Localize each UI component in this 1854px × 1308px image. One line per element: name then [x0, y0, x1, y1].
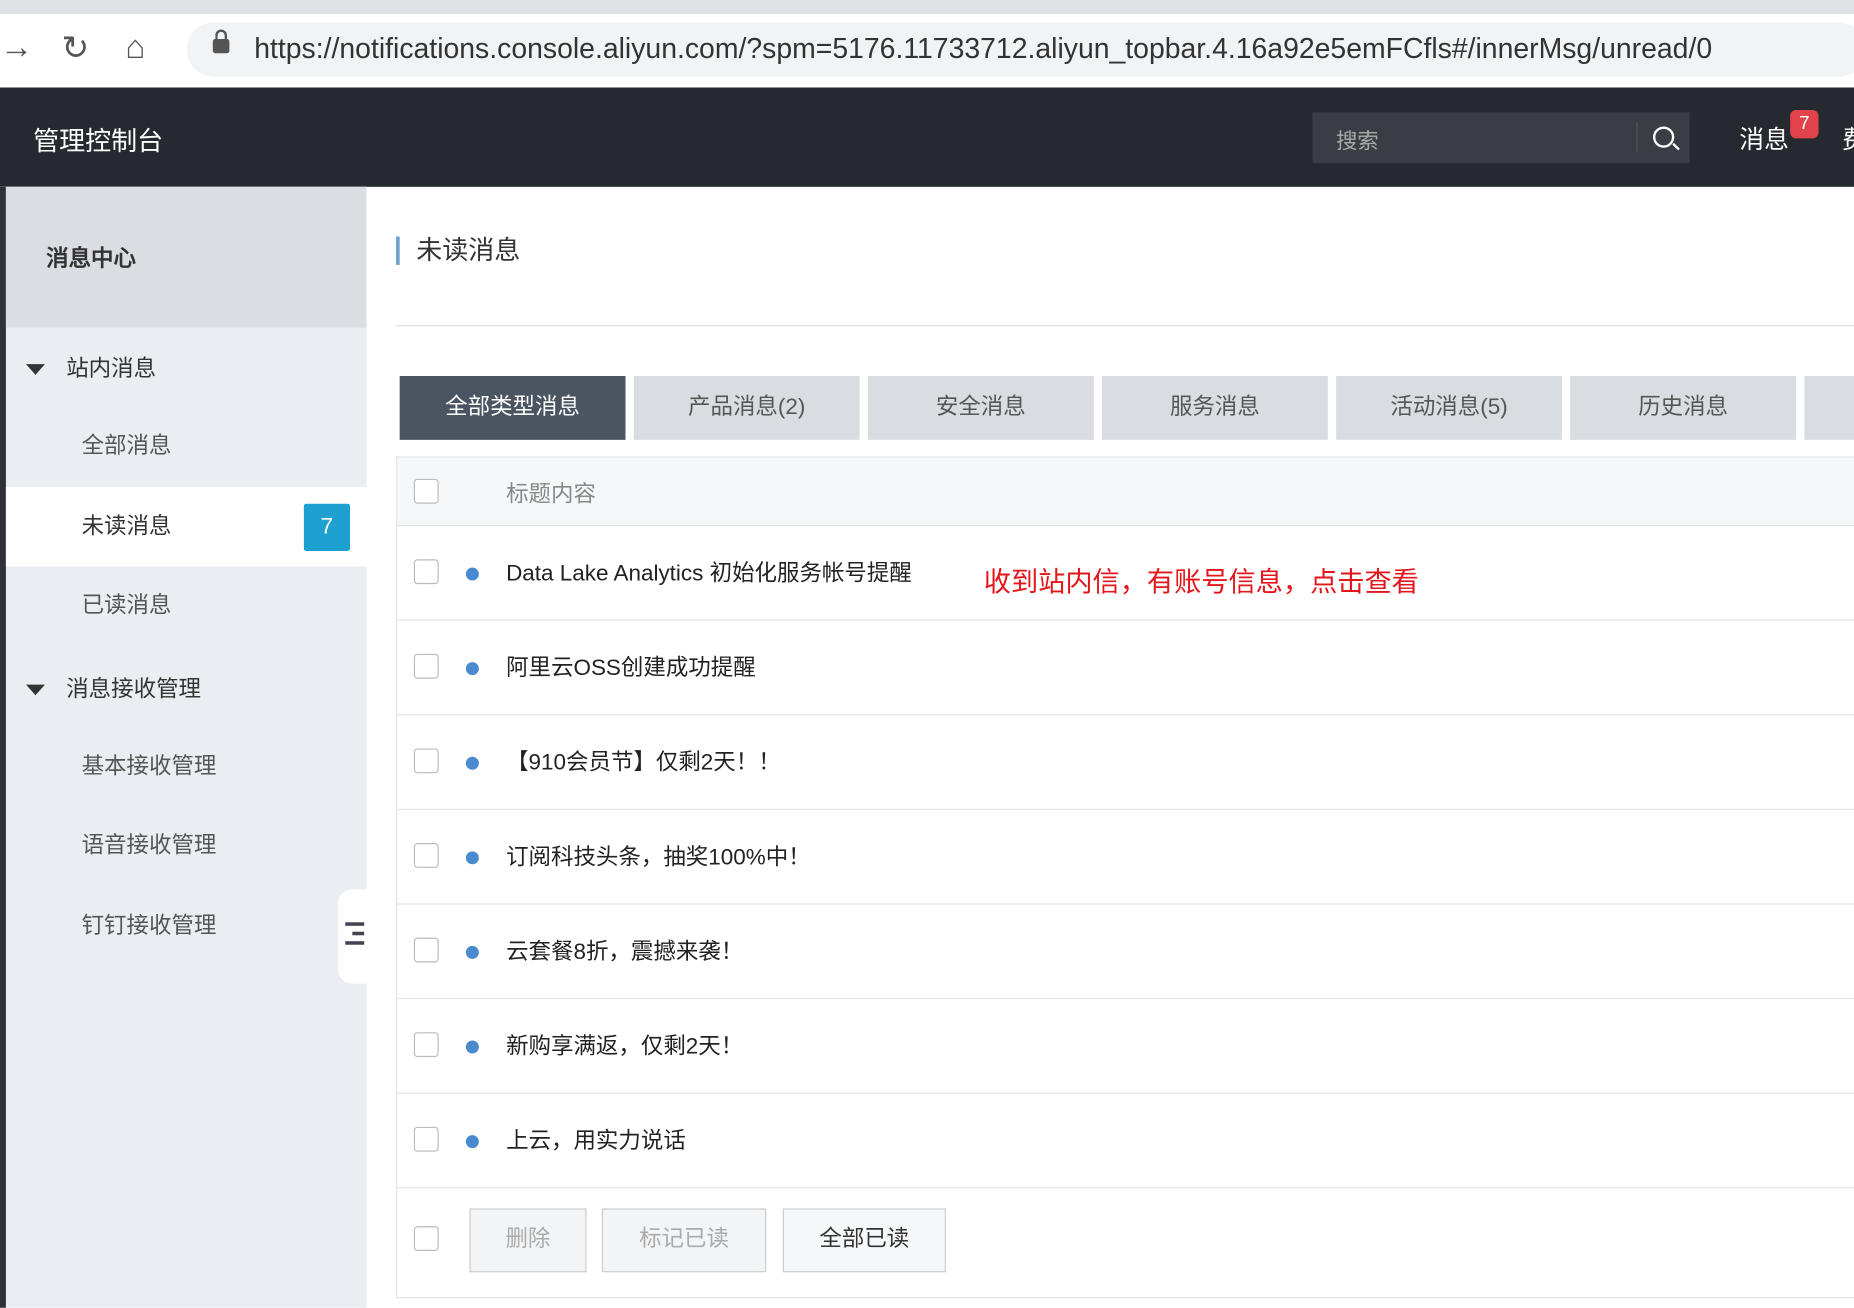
search-input[interactable]: 搜索	[1336, 124, 1379, 155]
unread-dot-icon	[465, 662, 479, 676]
message-title-link[interactable]: 【910会员节】仅剩2天！！	[506, 745, 781, 777]
message-title-link[interactable]: 上云，用实力说话	[506, 1123, 686, 1155]
unread-dot-icon	[465, 756, 479, 770]
caret-down-icon	[26, 364, 45, 376]
sidebar-item-basic-receive[interactable]: 基本接收管理	[6, 727, 367, 806]
tab-all-types[interactable]: 全部类型消息	[399, 376, 626, 440]
unread-count-badge: 7	[303, 503, 350, 551]
annotation-text: 收到站内信，有账号信息，点击查看	[983, 566, 1419, 598]
table-row[interactable]: 云套餐8折，震撼来袭！	[397, 905, 1854, 1000]
message-title-link[interactable]: Data Lake Analytics 初始化服务帐号提醒	[506, 556, 912, 588]
url-text[interactable]: https://notifications.console.aliyun.com…	[254, 33, 1712, 66]
table-row[interactable]: Data Lake Analytics 初始化服务帐号提醒 收到站内信，有账号信…	[397, 526, 1854, 621]
sidebar-title-text: 消息中心	[46, 247, 136, 272]
console-brand[interactable]: 管理控制台	[33, 121, 163, 159]
messages-link[interactable]: 消息	[1739, 121, 1789, 156]
delete-button[interactable]: 删除	[469, 1208, 587, 1273]
message-title-link[interactable]: 订阅科技头条，抽奖100%中！	[506, 840, 811, 872]
tab-more[interactable]	[1804, 376, 1854, 440]
unread-dot-icon	[465, 1135, 479, 1149]
table-row[interactable]: 订阅科技头条，抽奖100%中！	[397, 810, 1854, 905]
sidebar-item-all[interactable]: 全部消息	[6, 407, 367, 486]
group-label: 消息接收管理	[66, 677, 202, 703]
search-box[interactable]: 搜索	[1312, 112, 1690, 164]
row-checkbox[interactable]	[413, 653, 439, 679]
mark-read-button[interactable]: 标记已读	[601, 1208, 767, 1273]
row-checkbox[interactable]	[413, 843, 439, 868]
sidebar-title: 消息中心	[5, 186, 367, 328]
mark-all-read-button[interactable]: 全部已读	[782, 1208, 946, 1273]
footer-select-all-checkbox[interactable]	[413, 1226, 439, 1251]
tab-history[interactable]: 历史消息	[1570, 376, 1797, 440]
group-label: 站内消息	[66, 357, 157, 382]
sidebar-item-read[interactable]: 已读消息	[6, 566, 367, 645]
message-title-link[interactable]: 新购享满返，仅剩2天！	[506, 1029, 743, 1061]
column-header-title: 标题内容	[506, 482, 596, 508]
page-title: 未读消息	[396, 236, 520, 265]
row-checkbox[interactable]	[413, 1032, 439, 1058]
browser-tab-strip	[0, 0, 1854, 15]
tab-product[interactable]: 产品消息(2)	[633, 376, 860, 440]
title-divider	[396, 325, 1854, 327]
unread-dot-icon	[465, 945, 479, 959]
row-checkbox[interactable]	[413, 1126, 439, 1152]
tab-service[interactable]: 服务消息	[1101, 376, 1328, 440]
select-all-checkbox[interactable]	[413, 478, 439, 504]
message-title-link[interactable]: 云套餐8折，震撼来袭！	[506, 934, 743, 966]
sidebar-group-inbox[interactable]: 站内消息	[26, 351, 156, 383]
sidebar-item-unread[interactable]: 未读消息 7	[5, 487, 367, 567]
tab-activity[interactable]: 活动消息(5)	[1336, 376, 1562, 440]
row-checkbox[interactable]	[413, 748, 439, 774]
row-checkbox[interactable]	[413, 559, 439, 585]
caret-down-icon	[26, 685, 45, 696]
table-header: 标题内容	[397, 457, 1854, 527]
unread-dot-icon	[465, 851, 479, 865]
search-divider	[1636, 121, 1638, 153]
lock-icon	[212, 29, 230, 54]
item-label: 未读消息	[81, 514, 172, 540]
sidebar-group-receive-settings[interactable]: 消息接收管理	[26, 672, 201, 704]
message-table: 标题内容 Data Lake Analytics 初始化服务帐号提醒 收到站内信…	[396, 456, 1854, 1299]
sidebar-collapse-icon[interactable]	[338, 889, 367, 984]
forward-icon[interactable]: →	[0, 28, 33, 66]
messages-count-badge: 7	[1790, 109, 1819, 139]
row-checkbox[interactable]	[413, 937, 439, 963]
reload-icon[interactable]: ↻	[61, 28, 89, 67]
search-icon[interactable]	[1652, 126, 1675, 148]
unread-dot-icon	[465, 1040, 479, 1054]
table-row[interactable]: 上云，用实力说话	[397, 1094, 1854, 1189]
table-row[interactable]: 新购享满返，仅剩2天！	[397, 999, 1854, 1094]
unread-dot-icon	[465, 567, 479, 581]
table-row[interactable]: 阿里云OSS创建成功提醒	[397, 621, 1854, 716]
fee-link[interactable]: 费	[1842, 121, 1854, 156]
table-row[interactable]: 【910会员节】仅剩2天！！	[397, 715, 1854, 810]
tab-security[interactable]: 安全消息	[867, 376, 1094, 440]
sidebar-item-voice-receive[interactable]: 语音接收管理	[6, 806, 367, 885]
home-icon[interactable]: ⌂	[125, 28, 145, 66]
sidebar-item-dingtalk-receive[interactable]: 钉钉接收管理	[6, 887, 367, 966]
message-title-link[interactable]: 阿里云OSS创建成功提醒	[506, 650, 756, 682]
